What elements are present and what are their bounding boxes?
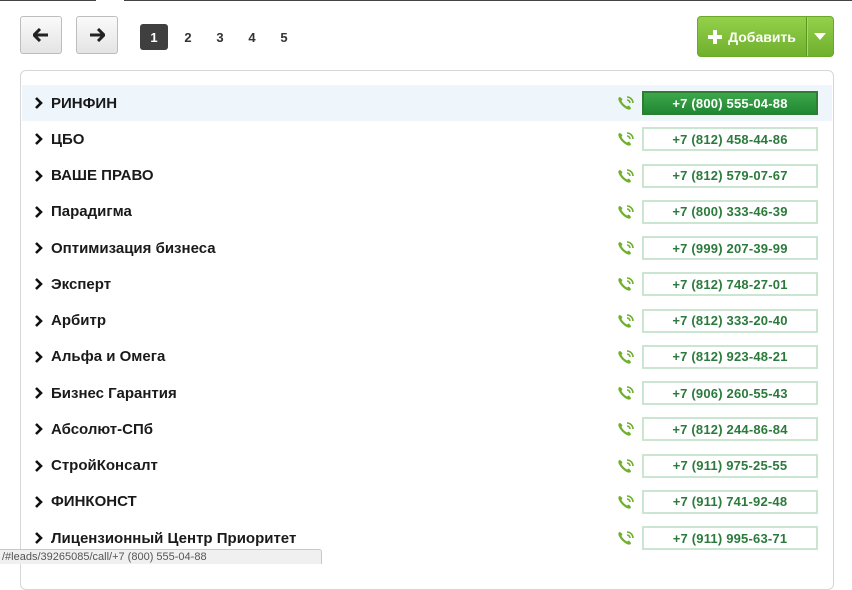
add-button-group: Добавить <box>697 16 834 57</box>
page-3[interactable]: 3 <box>204 24 236 50</box>
lead-name[interactable]: Лицензионный Центр Приоритет <box>51 530 296 547</box>
add-dropdown-toggle[interactable] <box>807 17 833 56</box>
add-button[interactable]: Добавить <box>698 17 806 56</box>
chevron-right-icon <box>35 97 43 110</box>
lead-name[interactable]: Арбитр <box>51 312 106 329</box>
lead-name[interactable]: Парадигма <box>51 203 132 220</box>
phone-number: +7 (911) 741-92-48 <box>672 494 788 510</box>
phone-call-icon <box>618 458 634 473</box>
phone-call-icon <box>618 495 634 509</box>
lead-name[interactable]: Абсолют-СПб <box>51 421 153 438</box>
phone-number: +7 (812) 579-07-67 <box>672 168 788 184</box>
chevron-right-icon <box>35 423 43 436</box>
chevron-right-icon <box>35 242 43 255</box>
phone-number: +7 (812) 458-44-86 <box>672 131 788 147</box>
lead-name[interactable]: СтройКонсалт <box>51 457 158 474</box>
prev-button[interactable] <box>20 16 62 54</box>
list-item[interactable]: ЦБО +7 (812) 458-44-86 <box>22 121 832 157</box>
phone-call-icon <box>618 205 634 219</box>
chevron-right-icon <box>35 350 43 363</box>
status-url: /#leads/39265085/call/+7 (800) 555-04-88 <box>2 551 207 563</box>
chevron-right-icon <box>35 314 43 327</box>
phone-call-icon <box>618 96 634 110</box>
chevron-right-icon <box>35 532 43 545</box>
list-item[interactable]: Альфа и Омега +7 (812) 923-48-21 <box>22 339 832 375</box>
list-item[interactable]: Арбитр +7 (812) 333-20-40 <box>22 303 832 339</box>
phone-button[interactable]: +7 (812) 458-44-86 <box>642 127 818 152</box>
lead-name[interactable]: Бизнес Гарантия <box>51 385 177 402</box>
add-button-label: Добавить <box>728 28 796 45</box>
phone-button[interactable]: +7 (911) 995-63-71 <box>642 526 818 551</box>
chevron-right-icon <box>35 205 43 218</box>
phone-button[interactable]: +7 (800) 333-46-39 <box>642 199 818 224</box>
lead-name[interactable]: ВАШЕ ПРАВО <box>51 167 154 184</box>
phone-button[interactable]: +7 (999) 207-39-99 <box>642 236 818 261</box>
toolbar: 12345 Добавить <box>0 0 852 70</box>
phone-number: +7 (812) 923-48-21 <box>672 349 788 365</box>
lead-name[interactable]: ФИНКОНСТ <box>51 493 137 510</box>
phone-call-icon <box>618 241 634 255</box>
page-5[interactable]: 5 <box>268 24 300 50</box>
phone-button[interactable]: +7 (812) 748-27-01 <box>642 272 818 297</box>
phone-call-icon <box>618 313 634 328</box>
lead-name[interactable]: ЦБО <box>51 131 84 148</box>
phone-number: +7 (800) 333-46-39 <box>672 204 788 220</box>
next-button[interactable] <box>76 16 118 54</box>
phone-number: +7 (999) 207-39-99 <box>672 240 788 256</box>
lead-name[interactable]: РИНФИН <box>51 95 117 112</box>
phone-button[interactable]: +7 (800) 555-04-88 <box>642 91 818 116</box>
page-1[interactable]: 1 <box>140 24 168 50</box>
leads-list: РИНФИН +7 (800) 555-04-88 ЦБО +7 (812) 458-… <box>22 85 832 556</box>
phone-number: +7 (812) 748-27-01 <box>672 276 788 292</box>
phone-button[interactable]: +7 (812) 333-20-40 <box>642 308 818 333</box>
phone-number: +7 (812) 244-86-84 <box>672 421 788 437</box>
lead-name[interactable]: Альфа и Омега <box>51 348 165 365</box>
arrow-right-icon <box>90 28 105 42</box>
chevron-right-icon <box>35 169 43 182</box>
status-bar: /#leads/39265085/call/+7 (800) 555-04-88 <box>0 549 322 564</box>
phone-number: +7 (812) 333-20-40 <box>672 313 788 329</box>
phone-number: +7 (911) 995-63-71 <box>672 530 788 546</box>
list-item[interactable]: Бизнес Гарантия +7 (906) 260-55-43 <box>22 375 832 411</box>
chevron-right-icon <box>35 459 43 472</box>
phone-button[interactable]: +7 (911) 741-92-48 <box>642 489 818 514</box>
list-item[interactable]: РИНФИН +7 (800) 555-04-88 <box>22 85 832 122</box>
list-item[interactable]: ВАШЕ ПРАВО +7 (812) 579-07-67 <box>22 158 832 194</box>
arrow-left-icon <box>33 28 48 42</box>
phone-number: +7 (906) 260-55-43 <box>672 385 788 401</box>
list-item[interactable]: Эксперт +7 (812) 748-27-01 <box>22 266 832 302</box>
pagination: 12345 <box>140 24 300 50</box>
phone-button[interactable]: +7 (906) 260-55-43 <box>642 381 818 406</box>
chevron-right-icon <box>35 495 43 508</box>
phone-call-icon <box>618 350 634 364</box>
page-4[interactable]: 4 <box>236 24 268 50</box>
phone-call-icon <box>618 132 634 147</box>
lead-name[interactable]: Оптимизация бизнеса <box>51 240 216 257</box>
list-item[interactable]: ФИНКОНСТ +7 (911) 741-92-48 <box>22 484 832 520</box>
chevron-right-icon <box>35 387 43 400</box>
phone-call-icon <box>618 531 634 545</box>
phone-button[interactable]: +7 (911) 975-25-55 <box>642 453 818 478</box>
phone-call-icon <box>618 386 634 400</box>
phone-number: +7 (800) 555-04-88 <box>672 95 788 111</box>
phone-number: +7 (911) 975-25-55 <box>672 458 788 474</box>
chevron-right-icon <box>35 133 43 146</box>
lead-name[interactable]: Эксперт <box>51 276 111 293</box>
list-item[interactable]: Абсолют-СПб +7 (812) 244-86-84 <box>22 411 832 447</box>
list-item[interactable]: Парадигма +7 (800) 333-46-39 <box>22 194 832 230</box>
list-item[interactable]: Оптимизация бизнеса +7 (999) 207-39-99 <box>22 230 832 266</box>
chevron-right-icon <box>35 278 43 291</box>
phone-call-icon <box>618 168 634 183</box>
leads-panel: РИНФИН +7 (800) 555-04-88 ЦБО +7 (812) 458-… <box>20 70 834 590</box>
caret-down-icon <box>814 33 826 40</box>
phone-call-icon <box>618 422 634 437</box>
phone-button[interactable]: +7 (812) 579-07-67 <box>642 163 818 188</box>
list-item[interactable]: СтройКонсалт +7 (911) 975-25-55 <box>22 448 832 484</box>
page-2[interactable]: 2 <box>172 24 204 50</box>
phone-button[interactable]: +7 (812) 923-48-21 <box>642 344 818 369</box>
phone-button[interactable]: +7 (812) 244-86-84 <box>642 417 818 442</box>
plus-icon <box>708 29 723 44</box>
phone-call-icon <box>618 277 634 292</box>
